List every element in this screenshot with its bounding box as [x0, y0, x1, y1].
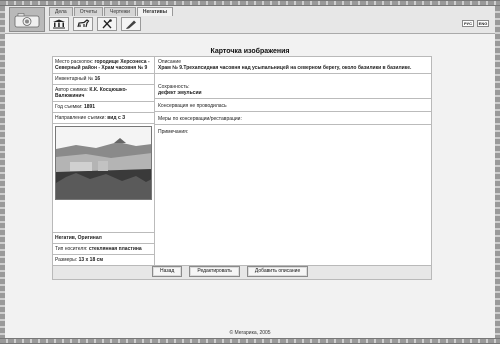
carrier-value: стеклянная пластина [88, 246, 142, 252]
lang-rus-button[interactable]: РУС [462, 20, 474, 27]
tab-negativy[interactable]: Негативы [136, 7, 174, 16]
page-title: Карточка изображения [210, 48, 290, 55]
size-value: 13 x 18 см [78, 257, 104, 263]
notes-row: Примечания: [155, 125, 431, 265]
year-label: Год съемки: [55, 104, 83, 110]
camera-logo-icon [9, 7, 45, 32]
copyright-text: © Мегарика, 2005 [229, 330, 271, 336]
inventory-row: Инвентарный № 16 [53, 74, 154, 85]
language-switcher: РУС ENG [462, 20, 489, 27]
horse-icon[interactable] [73, 17, 93, 31]
preservation-row: Сохранность: дефект эмульсии [155, 74, 431, 99]
direction-label: Направление съемки: [55, 115, 106, 121]
edit-button[interactable]: Редактировать [189, 266, 240, 277]
carrier-row: Тип носителя: стеклянная пластина [53, 244, 154, 255]
icon-toolbar [49, 17, 141, 31]
inventory-label: Инвентарный № [55, 76, 94, 82]
film-strip-bottom [0, 338, 500, 344]
conservation-value: Консервация не проводилась [158, 103, 227, 109]
add-description-button[interactable]: Добавить описание [246, 266, 309, 277]
description-row: Описание Храм № 9.Трехапсидная часовня н… [155, 57, 431, 74]
conservation-row: Консервация не проводилась [155, 99, 431, 112]
place-row: Место раскопок: городище Херсонеса - Сев… [53, 57, 154, 74]
size-label: Размеры: [55, 257, 78, 263]
size-row: Размеры: 13 x 18 см [53, 255, 154, 265]
author-row: Автор снимка: К.К. Косцюшко-Валюжинич [53, 85, 154, 102]
film-strip-right [495, 6, 500, 338]
action-buttons: Назад Редактировать Добавить описание [152, 266, 309, 277]
preservation-value: дефект эмульсии [158, 90, 202, 96]
description-value: Храм № 9.Трехапсидная часовня над усыпал… [158, 65, 412, 71]
tab-otchety[interactable]: Отчеты [73, 7, 103, 16]
year-row: Год съемки: 1891 [53, 102, 154, 113]
card-meta-column: Место раскопок: городище Херсонеса - Сев… [53, 57, 155, 265]
direction-row: Направление съемки: вид с З [53, 113, 154, 124]
pen-icon[interactable] [121, 17, 141, 31]
inventory-value: 16 [94, 76, 101, 82]
tools-icon[interactable] [97, 17, 117, 31]
tab-chertezhi[interactable]: Чертежи [104, 7, 136, 16]
negative-photo[interactable] [55, 126, 152, 200]
negative-type-value: Негатив, Оригинал [55, 235, 102, 241]
image-card: Место раскопок: городище Херсонеса - Сев… [52, 56, 432, 266]
carrier-label: Тип носителя: [55, 246, 88, 252]
tab-bar: Дела Отчеты Чертежи Негативы [49, 7, 174, 16]
back-button[interactable]: Назад [152, 266, 183, 277]
card-description-column: Описание Храм № 9.Трехапсидная часовня н… [155, 57, 431, 265]
lang-eng-button[interactable]: ENG [477, 20, 489, 27]
tab-dela[interactable]: Дела [49, 7, 73, 16]
measures-row: Меры по консервации/реставрации: [155, 112, 431, 125]
measures-label: Меры по консервации/реставрации: [158, 116, 242, 122]
direction-value: вид с З [107, 115, 126, 121]
year-value: 1891 [83, 104, 96, 110]
header-bar: Дела Отчеты Чертежи Негативы РУС ENG [5, 6, 495, 34]
negative-type-row: Негатив, Оригинал [53, 232, 154, 244]
notes-label: Примечания: [158, 129, 189, 135]
museum-building-icon[interactable] [49, 17, 69, 31]
